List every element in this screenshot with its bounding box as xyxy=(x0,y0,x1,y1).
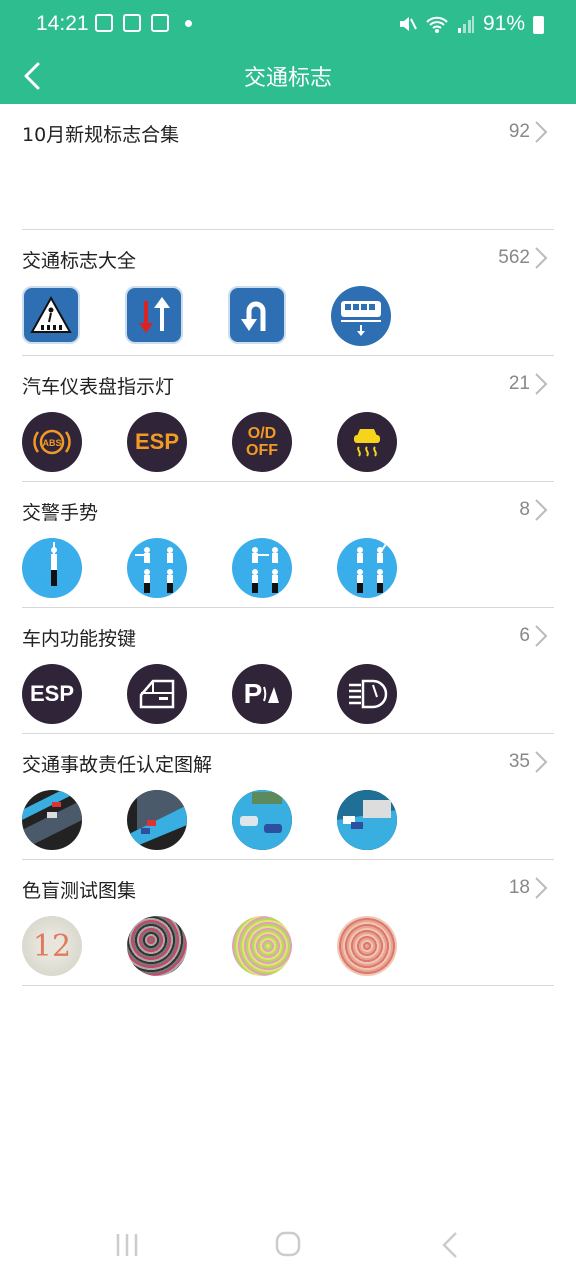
accident-diagram-icon[interactable] xyxy=(127,790,187,850)
section-title: 汽车仪表盘指示灯 xyxy=(22,376,175,398)
dot-icon xyxy=(185,19,192,27)
recent-apps-icon[interactable] xyxy=(114,1232,140,1258)
section-header[interactable]: 10月新规标志合集 92 xyxy=(22,104,554,160)
category-section[interactable]: 色盲测试图集 18 12 xyxy=(22,860,554,986)
door-lock-icon[interactable] xyxy=(127,664,187,724)
police-gesture-straight-icon[interactable] xyxy=(232,538,292,598)
app-bar: 交通标志 xyxy=(0,48,576,104)
section-count: 6 xyxy=(519,625,530,646)
status-bar: 14:21 91% xyxy=(0,0,576,48)
signal-icon xyxy=(457,16,474,33)
color-blind-plate-icon[interactable] xyxy=(127,916,187,976)
thumbnail-row xyxy=(22,790,554,860)
color-blind-plate-icon[interactable] xyxy=(232,916,292,976)
section-count: 92 xyxy=(508,121,530,142)
police-gesture-stop-icon[interactable] xyxy=(22,538,82,598)
battery-icon xyxy=(533,16,544,34)
image-icon xyxy=(95,14,113,32)
category-section[interactable]: 交通标志大全 562 xyxy=(22,230,554,356)
category-section[interactable]: 车内功能按键 6 ESP P xyxy=(22,608,554,734)
accident-diagram-icon[interactable] xyxy=(232,790,292,850)
section-title: 交通事故责任认定图解 xyxy=(22,754,213,776)
wifi-icon xyxy=(426,16,448,33)
notification-icons xyxy=(95,14,192,32)
status-time: 14:21 xyxy=(36,12,89,35)
color-blind-plate-icon[interactable] xyxy=(337,916,397,976)
section-title: 色盲测试图集 xyxy=(22,880,137,902)
color-blind-plate-icon[interactable]: 12 xyxy=(22,916,82,976)
battery-percent: 91% xyxy=(482,12,525,35)
epc-label: ESP xyxy=(134,429,180,454)
plate-number: 12 xyxy=(32,928,72,964)
back-nav-icon[interactable] xyxy=(440,1230,460,1260)
category-section[interactable]: 10月新规标志合集 92 xyxy=(22,104,554,230)
bus-lane-sign-icon[interactable] xyxy=(331,286,391,346)
chevron-right-icon xyxy=(535,121,548,143)
category-section[interactable]: 交通事故责任认定图解 35 xyxy=(22,734,554,860)
section-count: 35 xyxy=(508,751,530,772)
traction-control-icon[interactable] xyxy=(337,412,397,472)
wiper-headlight-icon[interactable] xyxy=(337,664,397,724)
od-label: O/D xyxy=(247,425,277,442)
section-count: 8 xyxy=(519,499,530,520)
section-title: 10月新规标志合集 xyxy=(22,124,180,146)
chevron-right-icon xyxy=(535,625,548,647)
section-count: 21 xyxy=(508,373,530,394)
section-title: 交警手势 xyxy=(22,502,99,524)
chevron-right-icon xyxy=(535,499,548,521)
section-header[interactable]: 交通事故责任认定图解 35 xyxy=(22,734,554,790)
chevron-right-icon xyxy=(535,751,548,773)
system-nav-bar xyxy=(0,1208,576,1280)
thumbnail-row: 12 xyxy=(22,916,554,986)
category-list: 10月新规标志合集 92 交通标志大全 562 汽车仪表盘指示灯 21 ABS … xyxy=(22,104,554,986)
home-icon[interactable] xyxy=(274,1230,302,1258)
epc-warning-icon[interactable]: ESP xyxy=(127,412,187,472)
crosswalk-sign-icon[interactable] xyxy=(22,286,80,344)
thumbnail-row xyxy=(22,286,554,356)
status-right: 91% xyxy=(397,12,544,36)
section-title: 车内功能按键 xyxy=(22,628,137,650)
category-section[interactable]: 交警手势 8 xyxy=(22,482,554,608)
section-header[interactable]: 色盲测试图集 18 xyxy=(22,860,554,916)
app-icon xyxy=(123,14,141,32)
abs-label: ABS xyxy=(42,438,61,448)
two-way-sign-icon[interactable] xyxy=(125,286,183,344)
chevron-right-icon xyxy=(535,247,548,269)
check-icon xyxy=(151,14,169,32)
mute-icon xyxy=(399,17,417,31)
od-off-icon[interactable]: O/D OFF xyxy=(232,412,292,472)
page-title: 交通标志 xyxy=(243,66,332,91)
police-gesture-left-icon[interactable] xyxy=(337,538,397,598)
accident-diagram-icon[interactable] xyxy=(337,790,397,850)
section-count: 562 xyxy=(498,247,530,268)
abs-warning-icon[interactable]: ABS xyxy=(22,412,82,472)
police-gesture-turn-icon[interactable] xyxy=(127,538,187,598)
thumbnail-row: ESP P xyxy=(22,664,554,734)
section-header[interactable]: 交警手势 8 xyxy=(22,482,554,538)
esp-label: ESP xyxy=(29,681,75,706)
section-header[interactable]: 汽车仪表盘指示灯 21 xyxy=(22,356,554,412)
chevron-right-icon xyxy=(535,877,548,899)
thumbnail-row xyxy=(22,538,554,608)
section-header[interactable]: 交通标志大全 562 xyxy=(22,230,554,286)
u-turn-sign-icon[interactable] xyxy=(228,286,286,344)
section-count: 18 xyxy=(508,877,530,898)
section-header[interactable]: 车内功能按键 6 xyxy=(22,608,554,664)
off-label: OFF xyxy=(246,442,278,459)
accident-diagram-icon[interactable] xyxy=(22,790,82,850)
esp-button-icon[interactable]: ESP xyxy=(22,664,82,724)
section-title: 交通标志大全 xyxy=(22,250,137,272)
chevron-right-icon xyxy=(535,373,548,395)
category-section[interactable]: 汽车仪表盘指示灯 21 ABS ESP O/D OFF xyxy=(22,356,554,482)
park-label: P xyxy=(243,678,263,709)
thumbnail-row: ABS ESP O/D OFF xyxy=(22,412,554,482)
park-assist-icon[interactable]: P xyxy=(232,664,292,724)
